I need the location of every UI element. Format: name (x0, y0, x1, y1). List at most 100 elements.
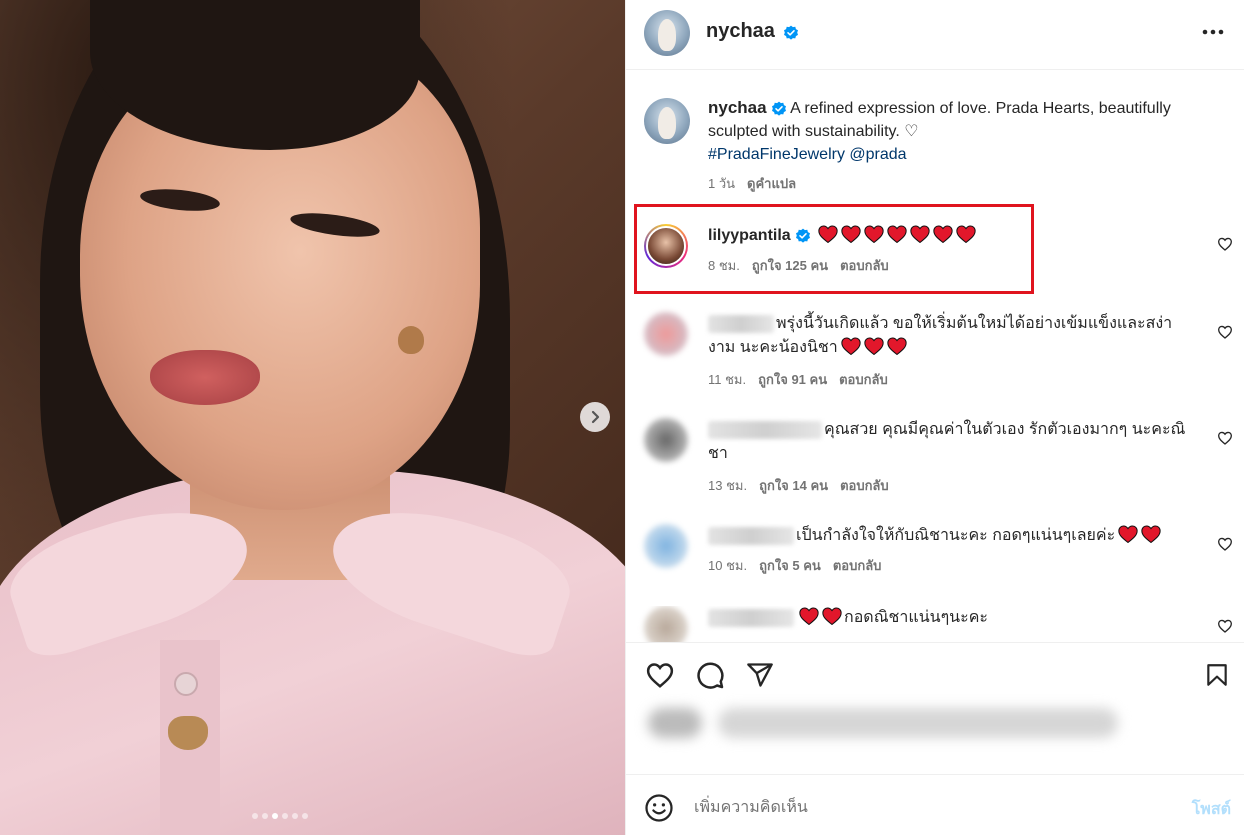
reply-button[interactable]: ตอบกลับ (840, 258, 889, 273)
comment-button[interactable] (694, 659, 726, 691)
comment-likes[interactable]: ถูกใจ 14 คน (759, 478, 828, 493)
reply-button[interactable]: ตอบกลับ (839, 372, 888, 387)
more-options-button[interactable] (1201, 20, 1225, 44)
comment-body: คุณสวย คุณมีคุณค่าในตัวเอง รักตัวเองมากๆ… (708, 418, 1198, 498)
share-button[interactable] (744, 659, 776, 691)
carousel-dot (252, 813, 258, 819)
comment-body: พรุ่งนี้วันเกิดแล้ว ขอให้เริ่มต้นใหม่ได้… (708, 312, 1198, 392)
red-heart-emoji-icon (910, 225, 930, 244)
heart-emoji-row (838, 337, 907, 356)
comment-avatar[interactable] (644, 606, 688, 642)
caption-time[interactable]: 1 วัน (708, 176, 735, 191)
reply-button[interactable]: ตอบกลับ (833, 558, 882, 573)
heart-outline-icon (646, 663, 674, 688)
red-heart-emoji-icon (933, 225, 953, 244)
caption-hashtags[interactable]: #PradaFineJewelry @prada (708, 146, 907, 163)
red-heart-emoji-icon (887, 337, 907, 356)
blurred-username[interactable] (708, 420, 822, 439)
comment-avatar[interactable] (644, 312, 688, 356)
save-button[interactable] (1201, 659, 1233, 691)
comment-avatar[interactable] (644, 418, 688, 462)
paper-plane-icon (747, 663, 773, 687)
photo-heart-pendant (168, 716, 208, 750)
red-heart-emoji-icon (822, 607, 842, 626)
carousel-dot (302, 813, 308, 819)
chevron-right-icon (591, 410, 600, 424)
more-horizontal-icon (1202, 29, 1224, 35)
comment-body: กอดณิชาแน่นๆนะคะ (708, 606, 1198, 630)
comment-likes[interactable]: ถูกใจ 91 คน (758, 372, 827, 387)
verified-badge-icon (795, 228, 810, 243)
blurred-username[interactable] (708, 608, 794, 627)
heart-emoji-row (1115, 525, 1161, 544)
comment-avatar[interactable] (644, 224, 688, 268)
photo-earring (398, 326, 424, 354)
author-avatar[interactable] (644, 10, 690, 56)
comment-like-heart-icon[interactable] (1217, 618, 1233, 634)
verified-badge-icon (771, 101, 786, 116)
caption-username[interactable]: nychaa (708, 98, 767, 117)
heart-emoji-row (796, 607, 842, 626)
caption-meta: 1 วัน ดูคำแปล (708, 172, 1218, 195)
red-heart-emoji-icon (864, 225, 884, 244)
smiley-icon[interactable] (644, 793, 674, 823)
red-heart-emoji-icon (841, 337, 861, 356)
comment-like-heart-icon[interactable] (1217, 236, 1233, 252)
post-panel: nychaa nychaa A refined expression of lo… (625, 0, 1244, 835)
caption-text: nychaa A refined expression of love. Pra… (708, 96, 1218, 195)
red-heart-emoji-icon (1141, 525, 1161, 544)
comment-like-heart-icon[interactable] (1217, 430, 1233, 446)
blurred-username[interactable] (708, 314, 774, 333)
comment-time[interactable]: 11 ชม. (708, 372, 746, 387)
photo-lips (150, 350, 260, 405)
comment-meta: 13 ชม. ถูกใจ 14 คน ตอบกลับ (708, 474, 1198, 498)
red-heart-emoji-icon (956, 225, 976, 244)
caption-avatar[interactable] (644, 98, 690, 144)
red-heart-emoji-icon (818, 225, 838, 244)
blurred-username[interactable] (708, 526, 794, 545)
action-bar (626, 642, 1244, 708)
comment-username[interactable]: lilyypantila (708, 227, 791, 244)
heart-emoji-row (815, 225, 976, 244)
reply-button[interactable]: ตอบกลับ (840, 478, 889, 493)
comment-bubble-icon (697, 662, 724, 689)
red-heart-emoji-icon (1118, 525, 1138, 544)
red-heart-emoji-icon (887, 225, 907, 244)
comment-text: พรุ่งนี้วันเกิดแล้ว ขอให้เริ่มต้นใหม่ได้… (708, 315, 1173, 356)
post-media[interactable] (0, 0, 625, 835)
post-comment-button[interactable]: โพสต์ (1192, 797, 1231, 822)
comment-time[interactable]: 13 ชม. (708, 478, 747, 493)
comment-likes[interactable]: ถูกใจ 125 คน (752, 258, 828, 273)
comment-like-heart-icon[interactable] (1217, 536, 1233, 552)
bookmark-icon (1207, 664, 1227, 686)
carousel-next-button[interactable] (580, 402, 610, 432)
red-heart-emoji-icon (841, 225, 861, 244)
red-heart-emoji-icon (799, 607, 819, 626)
red-heart-emoji-icon (864, 337, 884, 356)
comment-body: เป็นกำลังใจให้กับณิชานะคะ กอดๆแน่นๆเลยค่… (708, 524, 1198, 578)
photo-shirt-button (174, 672, 198, 696)
comment-item: กอดณิชาแน่นๆนะคะ (626, 606, 1244, 642)
comment-input[interactable] (694, 795, 1124, 821)
author-username[interactable]: nychaa (706, 20, 775, 42)
carousel-dot-active (272, 813, 278, 819)
like-button[interactable] (644, 659, 676, 691)
carousel-dot (292, 813, 298, 819)
comment-text: กอดณิชาแน่นๆนะคะ (844, 609, 988, 626)
comment-time[interactable]: 10 ชม. (708, 558, 747, 573)
post-header: nychaa (626, 0, 1244, 70)
carousel-dot (262, 813, 268, 819)
translate-link[interactable]: ดูคำแปล (747, 176, 796, 191)
comment-avatar[interactable] (644, 524, 688, 568)
comment-meta: 10 ชม. ถูกใจ 5 คน ตอบกลับ (708, 554, 1198, 578)
comment-likes[interactable]: ถูกใจ 5 คน (759, 558, 821, 573)
comment-meta: 8 ชม. ถูกใจ 125 คน ตอบกลับ (708, 254, 1198, 278)
likes-summary-blurred (648, 708, 1118, 738)
carousel-dot (282, 813, 288, 819)
carousel-dots (252, 813, 308, 819)
comment-body: lilyypantila 8 ชม. ถูกใจ 125 คน ตอบกลับ (708, 224, 1198, 278)
comment-text: เป็นกำลังใจให้กับณิชานะคะ กอดๆแน่นๆเลยค่… (796, 527, 1116, 544)
comment-time[interactable]: 8 ชม. (708, 258, 740, 273)
comment-like-heart-icon[interactable] (1217, 324, 1233, 340)
comment-meta: 11 ชม. ถูกใจ 91 คน ตอบกลับ (708, 368, 1198, 392)
